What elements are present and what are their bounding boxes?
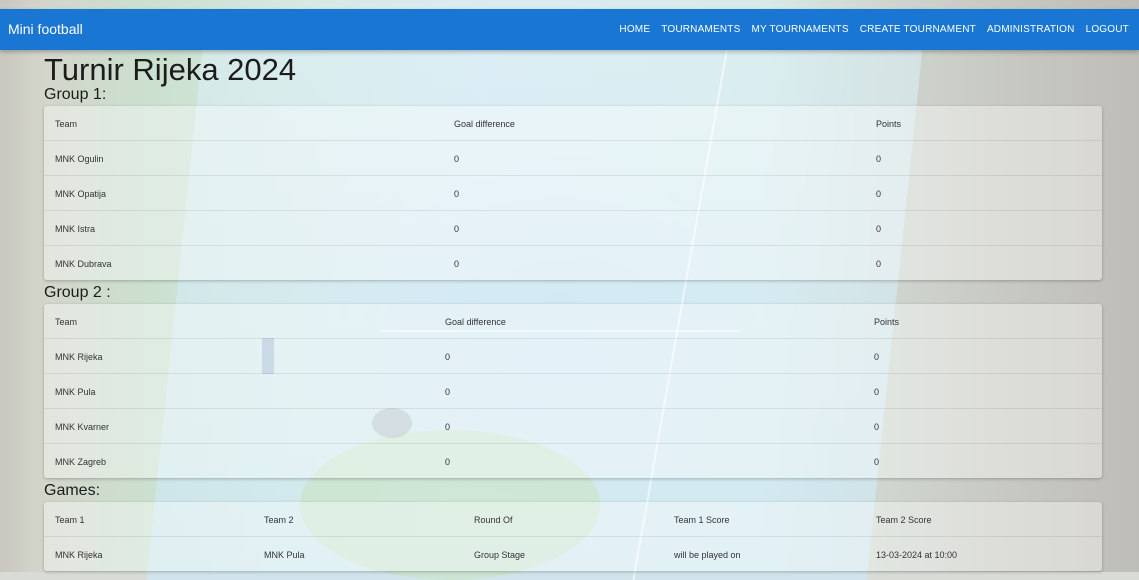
- team-name: MNK Ogulin: [55, 154, 104, 164]
- table-header-row: Team Goal difference Points: [44, 106, 1102, 141]
- nav-administration[interactable]: ADMINISTRATION: [987, 24, 1075, 35]
- group-2-heading: Group 2 :: [44, 284, 111, 301]
- game-team-2: MNK Pula: [264, 550, 305, 560]
- table-row: MNK Pula 0 0: [44, 374, 1102, 409]
- team-name: MNK Zagreb: [55, 457, 107, 467]
- goal-difference: 0: [445, 422, 451, 432]
- table-row: MNK Rijeka 0 0: [44, 339, 1102, 374]
- column-header-round-of: Round Of: [474, 515, 513, 525]
- team-name: MNK Rijeka: [55, 352, 103, 362]
- nav-my-tournaments[interactable]: MY TOURNAMENTS: [751, 24, 848, 35]
- nav-home[interactable]: HOME: [619, 24, 650, 35]
- points: 0: [874, 422, 880, 432]
- group-1-table: Team Goal difference Points MNK Ogulin 0…: [44, 106, 1102, 280]
- brand-logo-text[interactable]: Mini football: [8, 21, 83, 37]
- column-header-points: Points: [876, 119, 902, 129]
- games-heading: Games:: [44, 482, 101, 499]
- table-row[interactable]: MNK Rijeka MNK Pula Group Stage will be …: [44, 537, 1102, 571]
- table-row: MNK Dubrava 0 0: [44, 246, 1102, 280]
- points: 0: [874, 352, 880, 362]
- main-content: Turnir Rijeka 2024 Group 1: Team Goal di…: [0, 0, 1139, 572]
- column-header-goal-difference: Goal difference: [454, 119, 515, 129]
- goal-difference: 0: [454, 189, 460, 199]
- goal-difference: 0: [454, 154, 460, 164]
- column-header-team: Team: [55, 317, 78, 327]
- table-row: MNK Istra 0 0: [44, 211, 1102, 246]
- game-team-1-score: will be played on: [674, 550, 741, 560]
- game-team-1: MNK Rijeka: [55, 550, 103, 560]
- group-2-table: Team Goal difference Points MNK Rijeka 0…: [44, 304, 1102, 478]
- table-row: MNK Ogulin 0 0: [44, 141, 1102, 176]
- points: 0: [874, 387, 880, 397]
- nav-logout[interactable]: LOGOUT: [1086, 24, 1129, 35]
- page-title: Turnir Rijeka 2024: [44, 52, 297, 87]
- nav-links: HOME TOURNAMENTS MY TOURNAMENTS CREATE T…: [608, 24, 1129, 35]
- team-name: MNK Opatija: [55, 189, 107, 199]
- points: 0: [876, 259, 882, 269]
- games-table: Team 1 Team 2 Round Of Team 1 Score Team…: [44, 502, 1102, 571]
- points: 0: [876, 189, 882, 199]
- table-row: MNK Opatija 0 0: [44, 176, 1102, 211]
- goal-difference: 0: [445, 352, 451, 362]
- team-name: MNK Dubrava: [55, 259, 112, 269]
- top-navbar: Mini football HOME TOURNAMENTS MY TOURNA…: [0, 9, 1139, 50]
- table-header-row: Team 1 Team 2 Round Of Team 1 Score Team…: [44, 502, 1102, 537]
- table-row: MNK Zagreb 0 0: [44, 444, 1102, 478]
- goal-difference: 0: [454, 259, 460, 269]
- nav-create-tournament[interactable]: CREATE TOURNAMENT: [860, 24, 976, 35]
- game-round: Group Stage: [474, 550, 526, 560]
- points: 0: [876, 154, 882, 164]
- column-header-team-2-score: Team 2 Score: [876, 515, 932, 525]
- team-name: MNK Pula: [55, 387, 96, 397]
- goal-difference: 0: [445, 387, 451, 397]
- points: 0: [876, 224, 882, 234]
- column-header-team-1: Team 1: [55, 515, 85, 525]
- column-header-goal-difference: Goal difference: [445, 317, 506, 327]
- group-1-heading: Group 1:: [44, 86, 107, 103]
- column-header-team-2: Team 2: [264, 515, 294, 525]
- column-header-team: Team: [55, 119, 78, 129]
- goal-difference: 0: [445, 457, 451, 467]
- column-header-team-1-score: Team 1 Score: [674, 515, 730, 525]
- goal-difference: 0: [454, 224, 460, 234]
- team-name: MNK Kvarner: [55, 422, 110, 432]
- table-header-row: Team Goal difference Points: [44, 304, 1102, 339]
- points: 0: [874, 457, 880, 467]
- nav-tournaments[interactable]: TOURNAMENTS: [661, 24, 740, 35]
- table-row: MNK Kvarner 0 0: [44, 409, 1102, 444]
- game-team-2-score: 13-03-2024 at 10:00: [876, 550, 958, 560]
- column-header-points: Points: [874, 317, 900, 327]
- team-name: MNK Istra: [55, 224, 96, 234]
